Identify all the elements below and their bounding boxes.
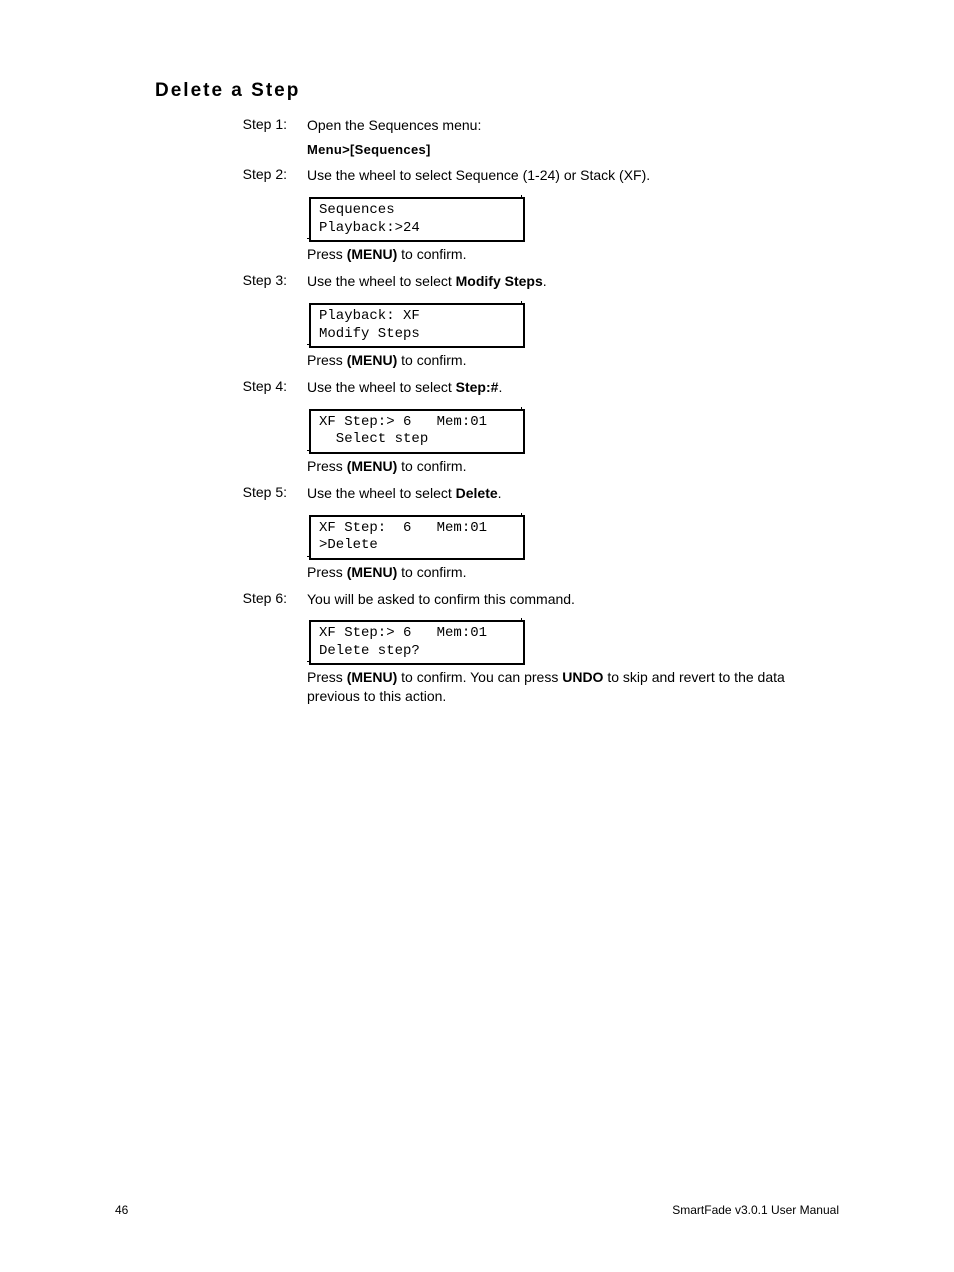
text: Press [307, 458, 347, 474]
manual-title: SmartFade v3.0.1 User Manual [672, 1203, 839, 1217]
step-label: Step 4: [155, 378, 307, 482]
step-intro: Use the wheel to select Sequence (1-24) … [307, 166, 839, 185]
lcd-screen: Playback: XF Modify Steps [307, 301, 522, 345]
step-body: Use the wheel to select Delete. XF Step:… [307, 484, 839, 588]
step-body: Use the wheel to select Step:#. XF Step:… [307, 378, 839, 482]
lcd-screen: Sequences Playback:>24 [307, 195, 522, 239]
menu-path: Menu>[Sequences] [307, 141, 839, 159]
step-2: Step 2: Use the wheel to select Sequence… [155, 166, 839, 270]
step-intro: Open the Sequences menu: [307, 116, 839, 135]
step-6: Step 6: You will be asked to confirm thi… [155, 590, 839, 713]
text: Press [307, 669, 347, 685]
step-intro: Use the wheel to select Step:#. [307, 378, 839, 397]
step-label: Step 5: [155, 484, 307, 588]
lcd-screen-text: XF Step:> 6 Mem:01 Select step [309, 409, 525, 454]
menu-button-ref: (MENU) [347, 669, 398, 685]
menu-button-ref: (MENU) [347, 564, 398, 580]
step-4: Step 4: Use the wheel to select Step:#. … [155, 378, 839, 482]
press-line: Press (MENU) to confirm. [307, 563, 839, 582]
step-label: Step 1: [155, 116, 307, 164]
menu-button-ref: (MENU) [347, 352, 398, 368]
text: . [498, 485, 502, 501]
step-5: Step 5: Use the wheel to select Delete. … [155, 484, 839, 588]
lcd-screen: XF Step: 6 Mem:01 >Delete [307, 513, 522, 557]
text: Press [307, 352, 347, 368]
menu-button-ref: (MENU) [347, 458, 398, 474]
step-intro: You will be asked to confirm this comman… [307, 590, 839, 609]
lcd-screen-text: XF Step:> 6 Mem:01 Delete step? [309, 620, 525, 665]
page-footer: 46 SmartFade v3.0.1 User Manual [115, 1203, 839, 1217]
text: Use the wheel to select [307, 485, 456, 501]
step-body: Use the wheel to select Sequence (1-24) … [307, 166, 839, 270]
text: Press [307, 564, 347, 580]
step-body: Use the wheel to select Modify Steps. Pl… [307, 272, 839, 376]
step-label: Step 3: [155, 272, 307, 376]
text: . [498, 379, 502, 395]
step-1: Step 1: Open the Sequences menu: Menu>[S… [155, 116, 839, 164]
lcd-screen-text: Playback: XF Modify Steps [309, 303, 525, 348]
text: to confirm. [397, 458, 466, 474]
text: to confirm. [397, 352, 466, 368]
emphasis: Modify Steps [456, 273, 543, 289]
text: to confirm. [397, 246, 466, 262]
text: to confirm. [397, 564, 466, 580]
emphasis: Delete [456, 485, 498, 501]
menu-button-ref: (MENU) [347, 246, 398, 262]
step-body: You will be asked to confirm this comman… [307, 590, 839, 713]
text: Use the wheel to select [307, 379, 456, 395]
section-title: Delete a Step [155, 80, 839, 102]
emphasis: Step:# [456, 379, 499, 395]
text: Press [307, 246, 347, 262]
page-number: 46 [115, 1203, 128, 1217]
undo-button-ref: UNDO [562, 669, 603, 685]
lcd-screen-text: Sequences Playback:>24 [309, 197, 525, 242]
lcd-screen-text: XF Step: 6 Mem:01 >Delete [309, 515, 525, 560]
step-label: Step 2: [155, 166, 307, 270]
step-body: Open the Sequences menu: Menu>[Sequences… [307, 116, 839, 164]
text: Use the wheel to select [307, 273, 456, 289]
step-intro: Use the wheel to select Delete. [307, 484, 839, 503]
press-line: Press (MENU) to confirm. [307, 457, 839, 476]
lcd-screen: XF Step:> 6 Mem:01 Delete step? [307, 618, 522, 662]
final-line: Press (MENU) to confirm. You can press U… [307, 668, 839, 706]
press-line: Press (MENU) to confirm. [307, 351, 839, 370]
step-intro: Use the wheel to select Modify Steps. [307, 272, 839, 291]
step-3: Step 3: Use the wheel to select Modify S… [155, 272, 839, 376]
step-label: Step 6: [155, 590, 307, 713]
lcd-screen: XF Step:> 6 Mem:01 Select step [307, 407, 522, 451]
press-line: Press (MENU) to confirm. [307, 245, 839, 264]
text: to confirm. You can press [397, 669, 562, 685]
text: . [543, 273, 547, 289]
